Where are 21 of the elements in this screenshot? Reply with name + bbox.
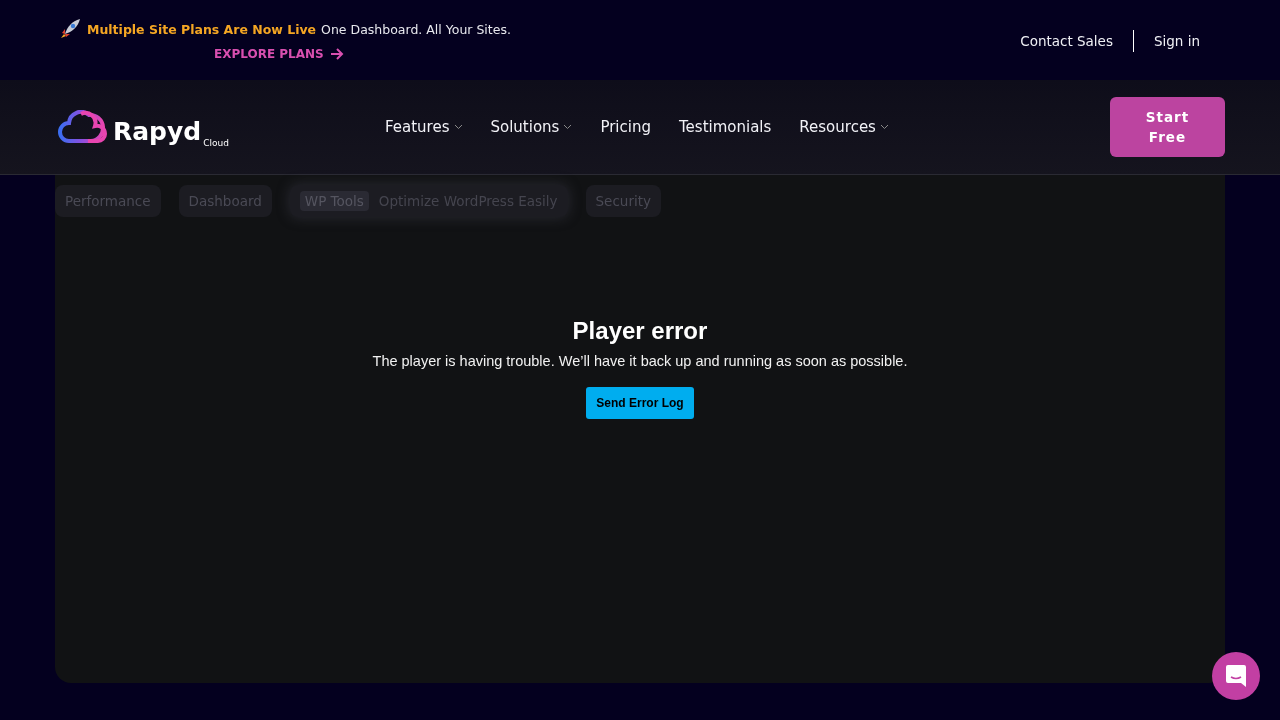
cloud-logo-icon (55, 110, 109, 144)
send-error-log-button[interactable]: Send Error Log (586, 387, 694, 419)
error-message: The player is having trouble. We’ll have it back up and running as soon as possible. (372, 353, 908, 369)
rocket-icon (58, 17, 82, 41)
logo-wordmark: Rapyd (113, 119, 202, 144)
logo-subtitle: Cloud (203, 138, 229, 148)
top-link[interactable]: Contact Sales (1000, 33, 1133, 49)
nav-link[interactable]: Solutions (490, 118, 573, 136)
top-link[interactable]: Sign in (1133, 33, 1220, 49)
announcement-headline: Multiple Site Plans Are Now Live (87, 21, 317, 37)
announcement-tagline: One Dashboard. All Your Sites. (321, 21, 511, 37)
nav-link[interactable]: Resources (799, 118, 889, 136)
explore-plans-link[interactable]: EXPLORE PLANS (214, 47, 344, 61)
chat-button[interactable] (1212, 652, 1260, 700)
nav-link[interactable]: Features (385, 118, 463, 136)
nav-link[interactable]: Pricing (600, 118, 651, 136)
start-free-button[interactable]: Start Free (1110, 97, 1225, 157)
nav-link[interactable]: Testimonials (679, 118, 772, 136)
arrow-right-icon (329, 48, 344, 60)
error-title: Player error (572, 317, 708, 345)
chat-bubble-icon (1225, 664, 1247, 688)
